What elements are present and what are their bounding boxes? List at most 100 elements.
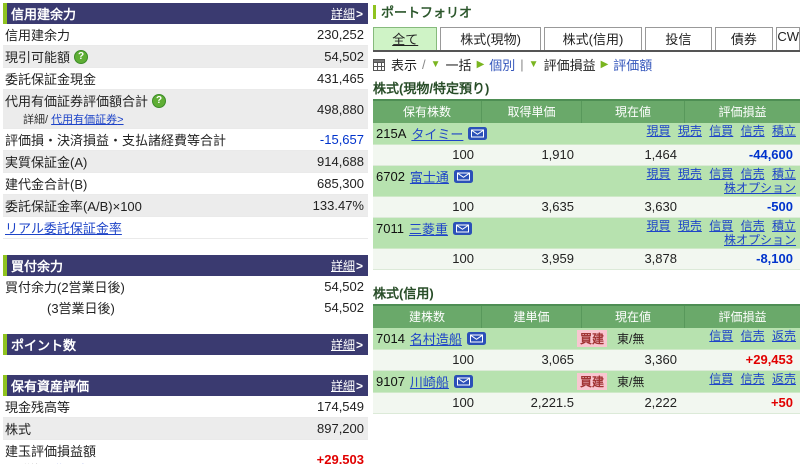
accumulate-link[interactable]: 積立	[772, 219, 796, 233]
panel-title: 買付余力	[11, 256, 331, 275]
pl-value: +29,453	[684, 350, 800, 370]
stock-code: 7011	[376, 221, 404, 236]
cash-section-title: 株式(現物/特定預り)	[373, 78, 800, 97]
valuation-link[interactable]: 評価額	[613, 55, 652, 74]
accent-bar	[373, 5, 376, 19]
sell-margin-link[interactable]: 信売	[741, 219, 765, 233]
accumulate-link[interactable]: 積立	[772, 124, 796, 138]
sell-cash-link[interactable]: 現売	[678, 124, 702, 138]
cost-value: 1,910	[481, 145, 581, 165]
qty-value: 100	[373, 249, 481, 269]
chevron-icon: >	[117, 114, 123, 126]
collateral-securities-link[interactable]: 代用有価証券	[51, 114, 117, 126]
qty-value: 100	[373, 145, 481, 165]
accumulate-link[interactable]: 積立	[772, 167, 796, 181]
help-icon[interactable]: ?	[74, 50, 88, 64]
display-label: 表示	[391, 55, 417, 74]
cost-value: 3,065	[481, 350, 581, 370]
tab-funds[interactable]: 投信	[645, 27, 711, 50]
tab-stock-margin[interactable]: 株式(信用)	[544, 27, 642, 50]
sell-margin-link[interactable]: 信売	[741, 372, 765, 386]
triangle-down-icon: ▼	[431, 59, 441, 70]
separator: /	[422, 57, 426, 72]
sell-margin-link[interactable]: 信売	[741, 167, 765, 181]
table-row: 委託保証金率(A/B)×100 133.47%	[3, 195, 368, 217]
stock-data-row: 100 1,910 1,464 -44,600	[373, 145, 800, 166]
panel-header-asset-valuation: 保有資産評価 詳細>	[3, 375, 368, 396]
stock-name-link[interactable]: タイミー	[411, 124, 463, 143]
stock-name-row: 7014 名村造船 買建 東/無 信買 信売 返売	[373, 328, 800, 350]
row-value: 54,502	[324, 279, 364, 294]
stock-name-link[interactable]: 名村造船	[410, 329, 462, 348]
portfolio-title: ポートフォリオ	[381, 2, 472, 21]
detail-link[interactable]: 詳細>	[331, 257, 363, 274]
sell-cash-link[interactable]: 現売	[678, 219, 702, 233]
pl-value: -500	[684, 197, 800, 217]
tab-bonds[interactable]: 債券	[715, 27, 774, 50]
table-row: 建玉評価損益額 詳細 / 信用建玉> +29,503	[3, 440, 368, 464]
buy-margin-link[interactable]: 信買	[709, 124, 733, 138]
display-toolbar: 表示 / ▼ 一括 ▶ 個別 | ▼ 評価損益 ▶ 評価額	[373, 56, 800, 73]
panel-points: ポイント数 詳細>	[3, 334, 368, 355]
cost-value: 2,221.5	[481, 393, 581, 413]
triangle-down-icon: ▼	[529, 59, 539, 70]
col-price: 現在値	[581, 101, 684, 123]
portfolio-tabs: 全て 株式(現物) 株式(信用) 投信 債券 CW	[373, 27, 800, 52]
help-icon[interactable]: ?	[152, 94, 166, 108]
tab-all[interactable]: 全て	[373, 27, 437, 50]
row-label: 建代金合計(B)	[5, 174, 87, 193]
stock-name-row: 7011 三菱重 現買 現売 信買 信売 積立 株オプション	[373, 218, 800, 249]
tab-cw[interactable]: CW	[776, 27, 800, 50]
stock-data-row: 100 3,635 3,630 -500	[373, 197, 800, 218]
detail-link[interactable]: 詳細>	[331, 336, 363, 353]
mail-alert-icon[interactable]	[454, 375, 473, 388]
price-value: 1,464	[581, 145, 684, 165]
row-value: 498,880	[317, 102, 364, 117]
buy-cash-link[interactable]: 現買	[647, 219, 671, 233]
col-qty: 保有株数	[373, 101, 481, 123]
close-sell-link[interactable]: 返売	[772, 372, 796, 386]
buy-cash-link[interactable]: 現買	[647, 124, 671, 138]
stock-name-link[interactable]: 三菱重	[409, 219, 448, 238]
col-pl: 評価損益	[684, 101, 800, 123]
market-label: 東/無	[617, 330, 644, 347]
table-row: 買付余力(2営業日後) 54,502	[3, 276, 368, 297]
margin-section-title: 株式(信用)	[373, 283, 800, 302]
panel-asset-valuation: 保有資産評価 詳細> 現金残高等 174,549 株式 897,200 建玉評価…	[3, 375, 368, 464]
buy-margin-link[interactable]: 信買	[709, 219, 733, 233]
panel-margin-power: 信用建余力 詳細> 信用建余力 230,252 現引可能額 ? 54,502 委…	[3, 3, 368, 239]
table-row: 株式 897,200	[3, 418, 368, 440]
stock-option-link[interactable]: 株オプション	[724, 233, 796, 247]
col-price: 現在値	[581, 306, 684, 328]
pl-label: 評価損益	[544, 55, 596, 74]
cash-stocks-table: 保有株数 取得単価 現在値 評価損益 215A タイミー 現買 現売 信買 信売…	[373, 99, 800, 270]
stock-name-link[interactable]: 富士通	[410, 167, 449, 186]
pl-value: -8,100	[684, 249, 800, 269]
sell-margin-link[interactable]: 信売	[741, 124, 765, 138]
individual-link[interactable]: 個別	[489, 55, 515, 74]
mail-alert-icon[interactable]	[467, 332, 486, 345]
stock-option-link[interactable]: 株オプション	[724, 181, 796, 195]
mail-alert-icon[interactable]	[468, 127, 487, 140]
separator: |	[520, 57, 523, 72]
sell-margin-link[interactable]: 信売	[741, 329, 765, 343]
table-row: 委託保証金現金 431,465	[3, 68, 368, 90]
detail-link[interactable]: 詳細>	[331, 377, 363, 394]
tab-stock-cash[interactable]: 株式(現物)	[440, 27, 540, 50]
mail-alert-icon[interactable]	[453, 222, 472, 235]
buy-margin-link[interactable]: 信買	[709, 372, 733, 386]
buy-cash-link[interactable]: 現買	[647, 167, 671, 181]
table-header: 建株数 建単価 現在値 評価損益	[373, 304, 800, 328]
row-label: 現金残高等	[5, 397, 70, 416]
close-sell-link[interactable]: 返売	[772, 329, 796, 343]
buy-margin-link[interactable]: 信買	[709, 167, 733, 181]
mail-alert-icon[interactable]	[454, 170, 473, 183]
buy-margin-link[interactable]: 信買	[709, 329, 733, 343]
real-margin-rate-link[interactable]: リアル委託保証金率	[5, 218, 122, 237]
position-badge: 買建	[577, 330, 607, 347]
price-value: 2,222	[581, 393, 684, 413]
detail-link[interactable]: 詳細>	[331, 5, 363, 22]
sell-cash-link[interactable]: 現売	[678, 167, 702, 181]
stock-name-link[interactable]: 川崎船	[410, 372, 449, 391]
pl-value: -44,600	[684, 145, 800, 165]
